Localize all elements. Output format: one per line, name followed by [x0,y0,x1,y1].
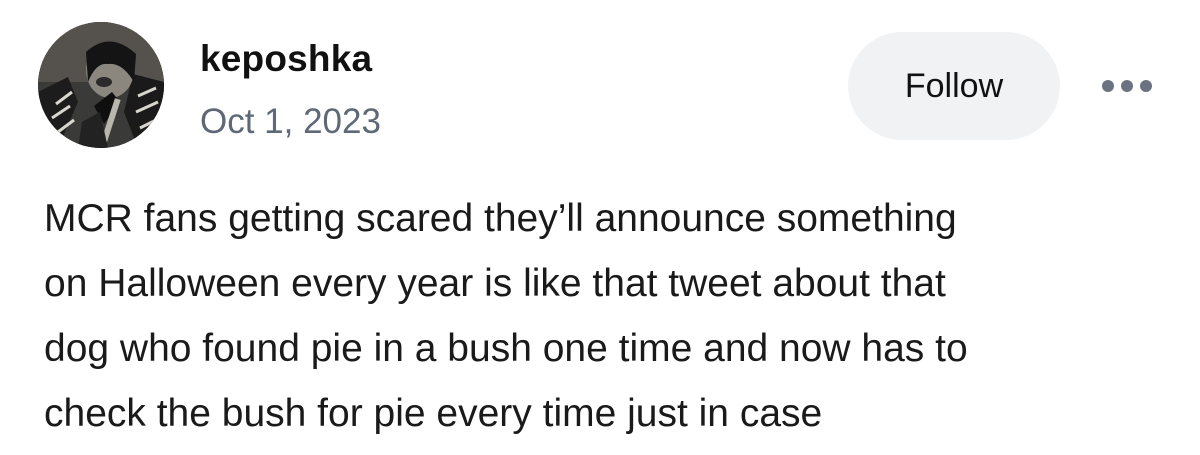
more-options-button[interactable] [1098,66,1162,106]
more-dot [1102,80,1114,92]
post-body: MCR fans getting scared they’ll announce… [44,186,1174,446]
follow-button[interactable]: Follow [848,32,1060,140]
avatar[interactable] [38,22,164,148]
post-body-line: dog who found pie in a bush one time and… [44,327,968,370]
post-card: keposhka Oct 1, 2023 Follow MCR fans get… [0,0,1200,455]
post-body-line: check the bush for pie every time just i… [44,392,823,435]
more-horizontal-icon [1102,80,1152,92]
profile-photo-icon [38,22,164,148]
author-username[interactable]: keposhka [200,38,372,80]
more-dot [1140,80,1152,92]
post-body-line: MCR fans getting scared they’ll announce… [44,197,957,240]
more-dot [1121,80,1133,92]
post-body-line: on Halloween every year is like that twe… [44,262,946,305]
post-date[interactable]: Oct 1, 2023 [200,102,381,142]
